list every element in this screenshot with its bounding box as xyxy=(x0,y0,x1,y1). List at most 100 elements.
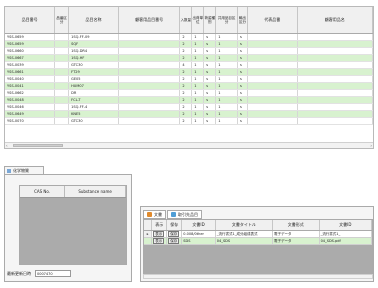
table-cell: 1 xyxy=(215,117,239,125)
col-header-class[interactable]: 品番区分 xyxy=(54,7,70,34)
table-cell xyxy=(118,47,181,55)
document-table: 表示 保存 文書ID 文書タイトル 文書形式 文書ID ▸ 表示 保存 0.00… xyxy=(144,220,372,245)
col-header-name[interactable]: 品目名称 xyxy=(68,7,119,34)
tab-supplier-items-label: 取引先品目 xyxy=(178,212,198,217)
col-header-save[interactable]: 保存 xyxy=(166,220,183,231)
table-cell xyxy=(54,117,70,125)
col-header-doc-format[interactable]: 文書形式 xyxy=(272,220,320,231)
table-row[interactable]: YSS-0649 KNE5 2 1 s 1 s xyxy=(5,110,373,118)
save-button[interactable]: 保存 xyxy=(168,230,180,236)
save-button[interactable]: 保存 xyxy=(168,237,180,243)
table-row[interactable]: YSS-0661 FT29 2 1 s 1 s xyxy=(5,68,373,76)
table-cell xyxy=(54,96,70,104)
table-cell xyxy=(247,75,298,83)
table-cell xyxy=(54,40,70,48)
col-header-code[interactable]: 品目番号 xyxy=(5,7,56,34)
table-cell: 2 xyxy=(179,117,193,125)
table-row[interactable]: YSS-0660 1SQ-DR4 2 1 s 1 s xyxy=(5,47,373,55)
horizontal-scrollbar[interactable]: ‹ › xyxy=(5,142,373,148)
col-header-type[interactable]: 荷姿種別 xyxy=(203,7,217,34)
table-cell: s xyxy=(237,54,249,62)
table-row[interactable]: YSS-0046 1SQ-FF-4 2 1 s 1 s xyxy=(5,103,373,111)
table-cell: s xyxy=(237,117,249,125)
col-header-doc-id[interactable]: 文書ID xyxy=(181,220,216,231)
table-cell: YSS-0040 xyxy=(5,75,56,83)
table-cell: s xyxy=(203,82,217,90)
table-cell xyxy=(54,68,70,76)
table-cell: GTC30 xyxy=(68,61,119,69)
show-button[interactable]: 表示 xyxy=(153,230,165,236)
table-cell xyxy=(118,89,181,97)
table-row[interactable]: YSS-0048 FCL-T 2 1 s 1 s xyxy=(5,96,373,104)
table-row[interactable]: YSS-0041 HUM07 2 1 s 1 s xyxy=(5,82,373,90)
col-header-customer-code[interactable]: 顧客用品目番号 xyxy=(118,7,181,34)
table-row[interactable]: YSS-0070 GTC30 2 1 s 1 s xyxy=(5,117,373,125)
document-row[interactable]: ▸ 表示 保存 0.008/0ther _流行書式1_成分組成表式 電子データ … xyxy=(144,230,372,238)
table-cell: 1 xyxy=(191,54,205,62)
flask-icon xyxy=(7,169,11,173)
table-row[interactable]: YSS-0659 SQF 2 1 s 1 s xyxy=(5,40,373,48)
document-horizontal-scrollbar[interactable] xyxy=(143,274,373,279)
scroll-right-icon[interactable]: › xyxy=(370,143,372,148)
col-header-substance-name[interactable]: Substance name xyxy=(65,186,126,197)
last-updated-field[interactable]: 0007470 xyxy=(35,270,71,277)
table-cell xyxy=(118,103,181,111)
table-row[interactable]: YSS-0667 1SQ-HF 2 1 s 1 s xyxy=(5,54,373,62)
col-header-show[interactable]: 表示 xyxy=(151,220,168,231)
table-cell: YSS-0660 xyxy=(5,47,56,55)
substance-grid[interactable]: CAS No. Substance name xyxy=(19,185,127,265)
table-cell: KNE5 xyxy=(68,110,119,118)
table-row[interactable]: YSS-0039 GTC30 4 1 s 1 s xyxy=(5,61,373,69)
table-cell: YSS-0046 xyxy=(5,103,56,111)
table-cell xyxy=(297,117,373,125)
table-cell: s xyxy=(203,54,217,62)
table-cell: FCL-T xyxy=(68,96,119,104)
col-header-group[interactable]: 共用品目区分 xyxy=(215,7,239,34)
document-grid[interactable]: 表示 保存 文書ID 文書タイトル 文書形式 文書ID ▸ 表示 保存 0.00… xyxy=(143,219,373,275)
col-header-cas[interactable]: CAS No. xyxy=(20,186,66,197)
last-updated-label: 最新更新日時 xyxy=(7,271,31,276)
table-row[interactable]: YSS-0040 GE05 2 1 s 1 s xyxy=(5,75,373,83)
col-header-doc-title[interactable]: 文書タイトル xyxy=(215,220,274,231)
col-header-representative[interactable]: 代表品番 xyxy=(247,7,298,34)
product-grid[interactable]: 品目番号 品番区分 品目名称 顧客用品目番号 入数量 出荷単位 荷姿種別 共用品… xyxy=(4,6,374,149)
document-row[interactable]: 表示 保存 SDS 04_SDS 電子データ 04_SDS.pdf xyxy=(144,237,372,245)
col-header-export[interactable]: 輸出区分 xyxy=(237,7,249,34)
col-header-qty[interactable]: 入数量 xyxy=(179,7,193,34)
table-cell: 2 xyxy=(179,82,193,90)
table-cell: 1 xyxy=(215,82,239,90)
table-cell xyxy=(118,82,181,90)
tab-substances[interactable]: 化学物質 xyxy=(4,166,44,174)
table-cell xyxy=(118,61,181,69)
table-cell xyxy=(54,33,70,41)
table-cell xyxy=(247,96,298,104)
table-cell: 1 xyxy=(191,117,205,125)
table-cell: s xyxy=(237,61,249,69)
scroll-left-icon[interactable]: ‹ xyxy=(6,143,8,148)
show-button[interactable]: 表示 xyxy=(153,237,165,243)
table-row[interactable]: YSS-0659 1SQ-FF-09 2 1 s 1 s xyxy=(5,33,373,41)
table-cell: 2 xyxy=(179,68,193,76)
table-cell: YSS-0039 xyxy=(5,61,56,69)
tab-supplier-items[interactable]: 取引先品目 xyxy=(167,210,202,219)
table-cell: 1 xyxy=(215,75,239,83)
table-cell: 1SQ-FF-09 xyxy=(68,33,119,41)
table-cell: 4 xyxy=(179,61,193,69)
table-cell xyxy=(247,117,298,125)
table-cell: s xyxy=(203,96,217,104)
table-cell: s xyxy=(237,40,249,48)
table-cell: s xyxy=(203,47,217,55)
doc-id-2-cell: _流行書式1_ xyxy=(319,230,372,238)
table-cell xyxy=(118,40,181,48)
col-header-customer-name[interactable]: 顧客用品名 xyxy=(297,7,373,34)
table-row[interactable]: YSS-0662 DR 2 1 s 1 s xyxy=(5,89,373,97)
col-header-unit[interactable]: 出荷単位 xyxy=(191,7,205,34)
table-cell: 1 xyxy=(191,96,205,104)
table-cell xyxy=(297,68,373,76)
scroll-thumb[interactable] xyxy=(13,144,63,147)
col-header-doc-id-2[interactable]: 文書ID xyxy=(319,220,372,231)
doc-format-cell: 電子データ xyxy=(272,230,320,238)
table-cell: s xyxy=(237,110,249,118)
document-icon xyxy=(147,212,152,217)
tab-documents[interactable]: 文書 xyxy=(143,210,166,219)
